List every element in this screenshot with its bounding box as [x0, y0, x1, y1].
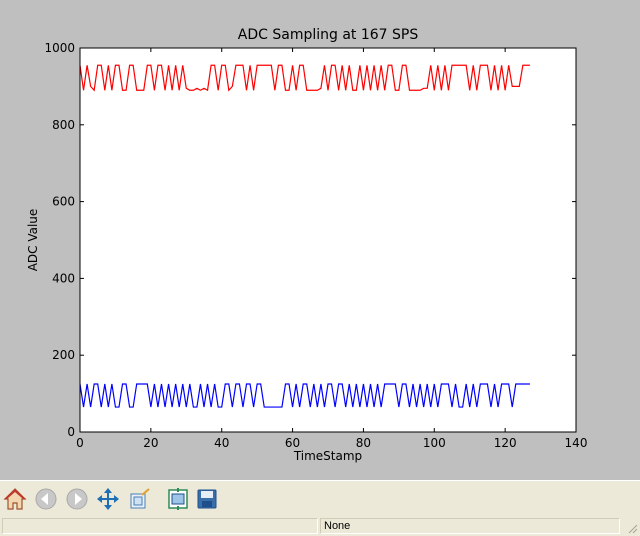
forward-icon: [66, 488, 88, 510]
chart-title: ADC Sampling at 167 SPS: [238, 27, 419, 43]
y-tick-label: 200: [52, 348, 75, 362]
navigation-toolbar: [0, 480, 640, 516]
x-tick-label: 20: [143, 436, 158, 450]
x-tick-label: 40: [214, 436, 229, 450]
resize-grip-icon[interactable]: [626, 522, 638, 534]
x-tick-label: 100: [423, 436, 446, 450]
pan-button[interactable]: [95, 486, 121, 512]
y-tick-label: 400: [52, 271, 75, 285]
x-tick-label: 80: [356, 436, 371, 450]
y-tick-label: 0: [67, 425, 75, 439]
y-tick-label: 800: [52, 118, 75, 132]
zoom-icon: [130, 488, 150, 509]
x-tick-label: 120: [494, 436, 517, 450]
status-bar: None: [0, 516, 640, 536]
home-button[interactable]: [2, 486, 28, 512]
y-tick-label: 600: [52, 195, 75, 209]
chart: 0 20 40 60 80 100 120 140 0 200 400 600 800 1000 ADC S…: [26, 27, 588, 463]
figure-canvas[interactable]: 0 20 40 60 80 100 120 140 0 200 400 600 800 1000 ADC S…: [0, 0, 640, 480]
x-axis-label: TimeStamp: [293, 449, 362, 463]
x-tick-label: 60: [285, 436, 300, 450]
save-button[interactable]: [194, 486, 220, 512]
zoom-button[interactable]: [126, 486, 152, 512]
subplots-button[interactable]: [165, 486, 191, 512]
forward-button[interactable]: [64, 486, 90, 512]
home-icon: [3, 488, 27, 510]
x-tick-label: 140: [565, 436, 588, 450]
y-axis-label: ADC Value: [26, 209, 40, 272]
subplots-icon: [168, 488, 188, 510]
save-icon: [197, 489, 217, 509]
pan-icon: [97, 488, 119, 510]
plot-area: [80, 48, 576, 432]
y-tick-label: 1000: [44, 41, 75, 55]
back-icon: [35, 488, 57, 510]
x-tick-label: 0: [76, 436, 84, 450]
back-button[interactable]: [33, 486, 59, 512]
status-panel-left: [2, 518, 318, 534]
coordinate-readout: None: [320, 518, 620, 534]
